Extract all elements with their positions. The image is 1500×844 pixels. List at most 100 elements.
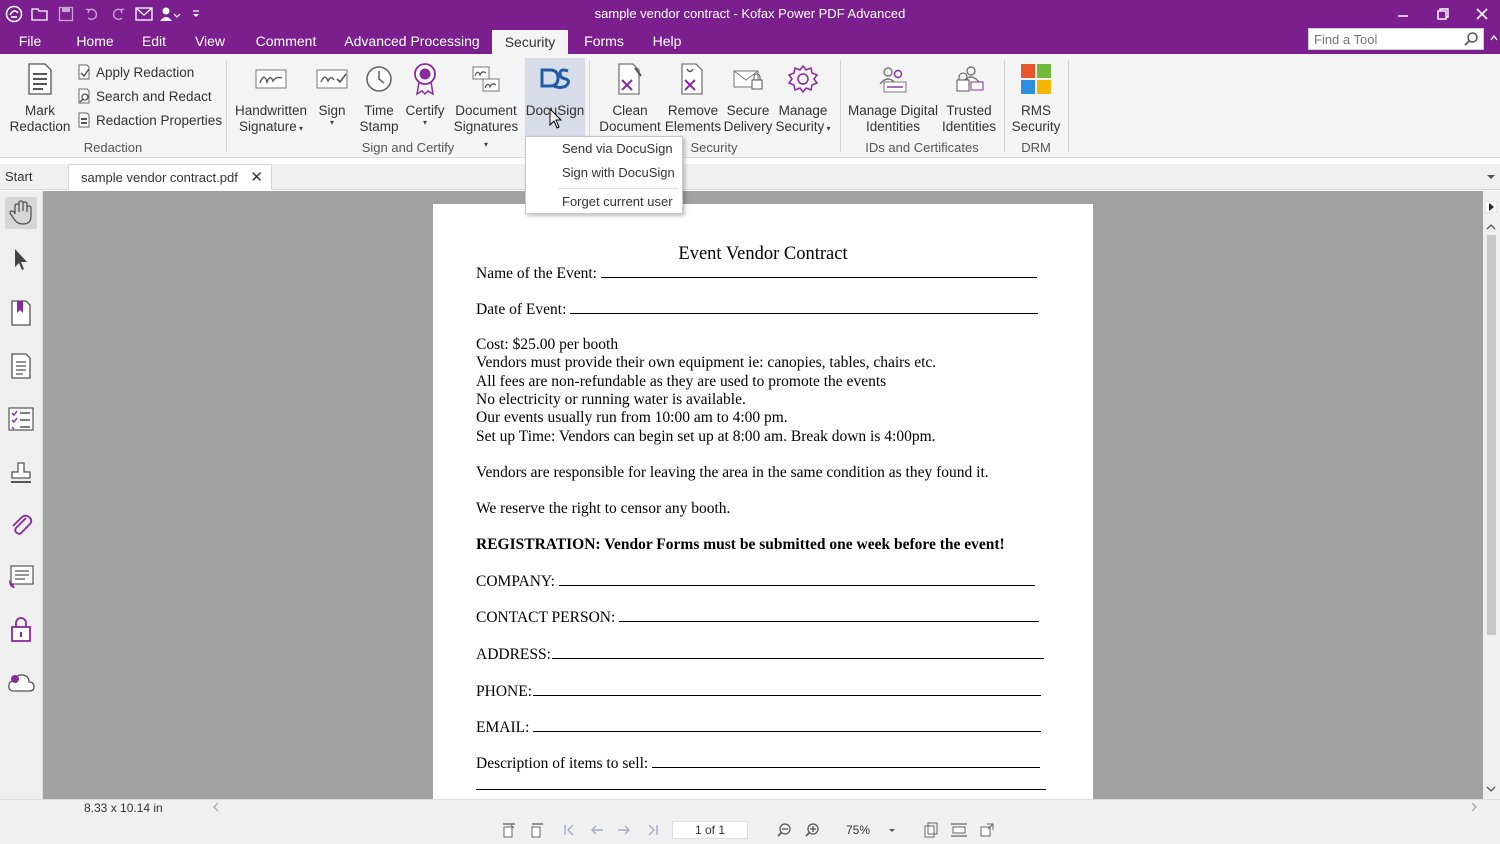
mark-redaction-label-1: Mark <box>25 103 55 118</box>
collapse-ribbon-icon[interactable] <box>1490 34 1498 42</box>
time-stamp-label-1: Time <box>364 103 394 118</box>
drm-group-label: DRM <box>1021 140 1051 155</box>
attachments-icon[interactable] <box>5 509 37 541</box>
tab-home[interactable]: Home <box>68 28 122 54</box>
zoom-level-select[interactable]: 75% <box>836 821 900 839</box>
fit-page-icon[interactable] <box>498 820 520 840</box>
secure-delivery-button[interactable]: Secure Delivery <box>722 62 774 135</box>
tab-comment[interactable]: Comment <box>248 28 324 54</box>
minimize-button[interactable] <box>1383 0 1423 28</box>
tab-help[interactable]: Help <box>644 28 690 54</box>
tab-view[interactable]: View <box>188 28 232 54</box>
event-name-blank <box>600 264 1037 278</box>
contact-person-field: CONTACT PERSON: <box>476 608 1040 627</box>
find-tool-input[interactable] <box>1309 29 1449 49</box>
remove-elements-button[interactable]: Remove Elements <box>664 62 722 135</box>
phone-field: PHONE: <box>476 682 1041 701</box>
document-tab-bar: Start sample vendor contract.pdf ✕ <box>0 164 1500 190</box>
secure-delivery-label-2: Delivery <box>723 119 773 134</box>
stamp-icon[interactable] <box>5 457 37 489</box>
title-bar: sample vendor contract - Kofax Power PDF… <box>0 0 1500 28</box>
find-tool-box <box>1308 28 1484 50</box>
tab-file[interactable]: File <box>10 28 50 54</box>
security-lock-icon[interactable] <box>5 613 37 645</box>
document-signatures-label-1: Document <box>455 103 517 118</box>
tab-start[interactable]: Start <box>5 164 32 190</box>
close-window-button[interactable] <box>1462 0 1500 28</box>
scroll-right-icon[interactable] <box>1470 802 1478 812</box>
manage-digital-identities-label-2: Identities <box>865 119 921 134</box>
apply-redaction-button[interactable]: Apply Redaction <box>76 62 194 82</box>
document-signatures-icon <box>469 62 503 96</box>
first-page-icon[interactable] <box>558 820 580 840</box>
pdf-page[interactable]: Event Vendor Contract Name of the Event:… <box>433 204 1093 799</box>
mark-redaction-label-2: Redaction <box>9 119 71 134</box>
comments-icon[interactable] <box>5 561 37 593</box>
tab-security[interactable]: Security <box>492 30 568 54</box>
rms-security-button[interactable]: RMS Security <box>1008 62 1064 135</box>
send-via-docusign-item[interactable]: Send via DocuSign <box>562 141 673 156</box>
scroll-down-icon[interactable] <box>1486 785 1496 793</box>
bookmarks-icon[interactable] <box>5 297 37 329</box>
restore-button[interactable] <box>1423 0 1463 28</box>
previous-page-icon[interactable] <box>586 820 608 840</box>
tab-advanced-processing[interactable]: Advanced Processing <box>340 28 484 54</box>
zoom-out-icon[interactable] <box>773 820 795 840</box>
redaction-properties-icon <box>78 112 90 128</box>
vertical-scrollbar[interactable] <box>1483 191 1500 799</box>
last-page-icon[interactable] <box>642 820 664 840</box>
censor-line: We reserve the right to censor any booth… <box>476 500 731 517</box>
equipment-line: Vendors must provide their own equipment… <box>476 354 937 371</box>
page-number-field[interactable]: 1 of 1 <box>672 821 748 839</box>
document-signatures-button[interactable]: Document Signatures ▾ <box>452 62 520 151</box>
fit-width-icon[interactable] <box>526 820 548 840</box>
tab-edit[interactable]: Edit <box>132 28 176 54</box>
apply-redaction-icon <box>78 64 90 80</box>
hand-tool-icon[interactable] <box>5 197 37 229</box>
handwritten-signature-button[interactable]: Handwritten Signature ▾ <box>232 62 310 135</box>
scroll-up-icon[interactable] <box>1486 223 1496 231</box>
expand-right-panel-icon[interactable] <box>1485 201 1497 213</box>
single-page-view-icon[interactable] <box>920 820 942 840</box>
scrollbar-thumb[interactable] <box>1487 235 1496 635</box>
select-arrow-icon[interactable] <box>5 243 37 275</box>
event-date-label: Date of Event: <box>476 301 567 318</box>
sign-button[interactable]: Sign ▾ <box>314 62 350 127</box>
clock-icon <box>362 62 396 96</box>
next-page-icon[interactable] <box>613 820 635 840</box>
dropdown-caret-icon: ▾ <box>329 118 334 127</box>
trusted-identities-button[interactable]: Trusted Identities <box>940 62 998 135</box>
contact-person-blank <box>619 608 1040 622</box>
redaction-properties-button[interactable]: Redaction Properties <box>76 110 222 130</box>
manage-digital-identities-button[interactable]: Manage Digital Identities <box>846 62 940 135</box>
event-name-label: Name of the Event: <box>476 265 597 282</box>
rms-security-label-1: RMS <box>1021 103 1051 118</box>
tasks-icon[interactable] <box>5 403 37 435</box>
full-screen-icon[interactable] <box>976 820 998 840</box>
digital-identities-icon <box>876 62 910 96</box>
clean-document-button[interactable]: Clean Document <box>596 62 664 135</box>
mark-redaction-button[interactable]: Mark Redaction <box>8 62 72 135</box>
continuous-view-icon[interactable] <box>948 820 970 840</box>
trusted-identities-label-2: Identities <box>941 119 997 134</box>
document-canvas[interactable]: Event Vendor Contract Name of the Event:… <box>43 191 1483 799</box>
trusted-identities-label-1: Trusted <box>946 103 992 118</box>
dropdown-caret-icon: ▾ <box>824 124 831 133</box>
pages-icon[interactable] <box>5 350 37 382</box>
sign-with-docusign-item[interactable]: Sign with DocuSign <box>562 165 675 180</box>
tab-list-dropdown-icon[interactable] <box>1486 173 1496 181</box>
tab-forms[interactable]: Forms <box>578 28 630 54</box>
time-stamp-button[interactable]: Time Stamp <box>356 62 402 135</box>
description-field: Description of items to sell: <box>476 754 1041 773</box>
scroll-left-icon[interactable] <box>212 802 220 812</box>
cloud-icon[interactable] <box>5 667 37 699</box>
close-tab-icon[interactable]: ✕ <box>250 165 263 191</box>
docusign-dropdown-menu: Send via DocuSign Sign with DocuSign For… <box>525 136 683 214</box>
search-and-redact-button[interactable]: Search and Redact <box>76 86 212 106</box>
certify-button[interactable]: Certify ▾ <box>404 62 446 127</box>
tab-document[interactable]: sample vendor contract.pdf ✕ <box>68 164 272 190</box>
search-icon[interactable] <box>1463 31 1479 47</box>
manage-security-button[interactable]: Manage Security ▾ <box>774 62 832 135</box>
zoom-in-icon[interactable] <box>801 820 823 840</box>
forget-current-user-item[interactable]: Forget current user <box>562 194 673 209</box>
